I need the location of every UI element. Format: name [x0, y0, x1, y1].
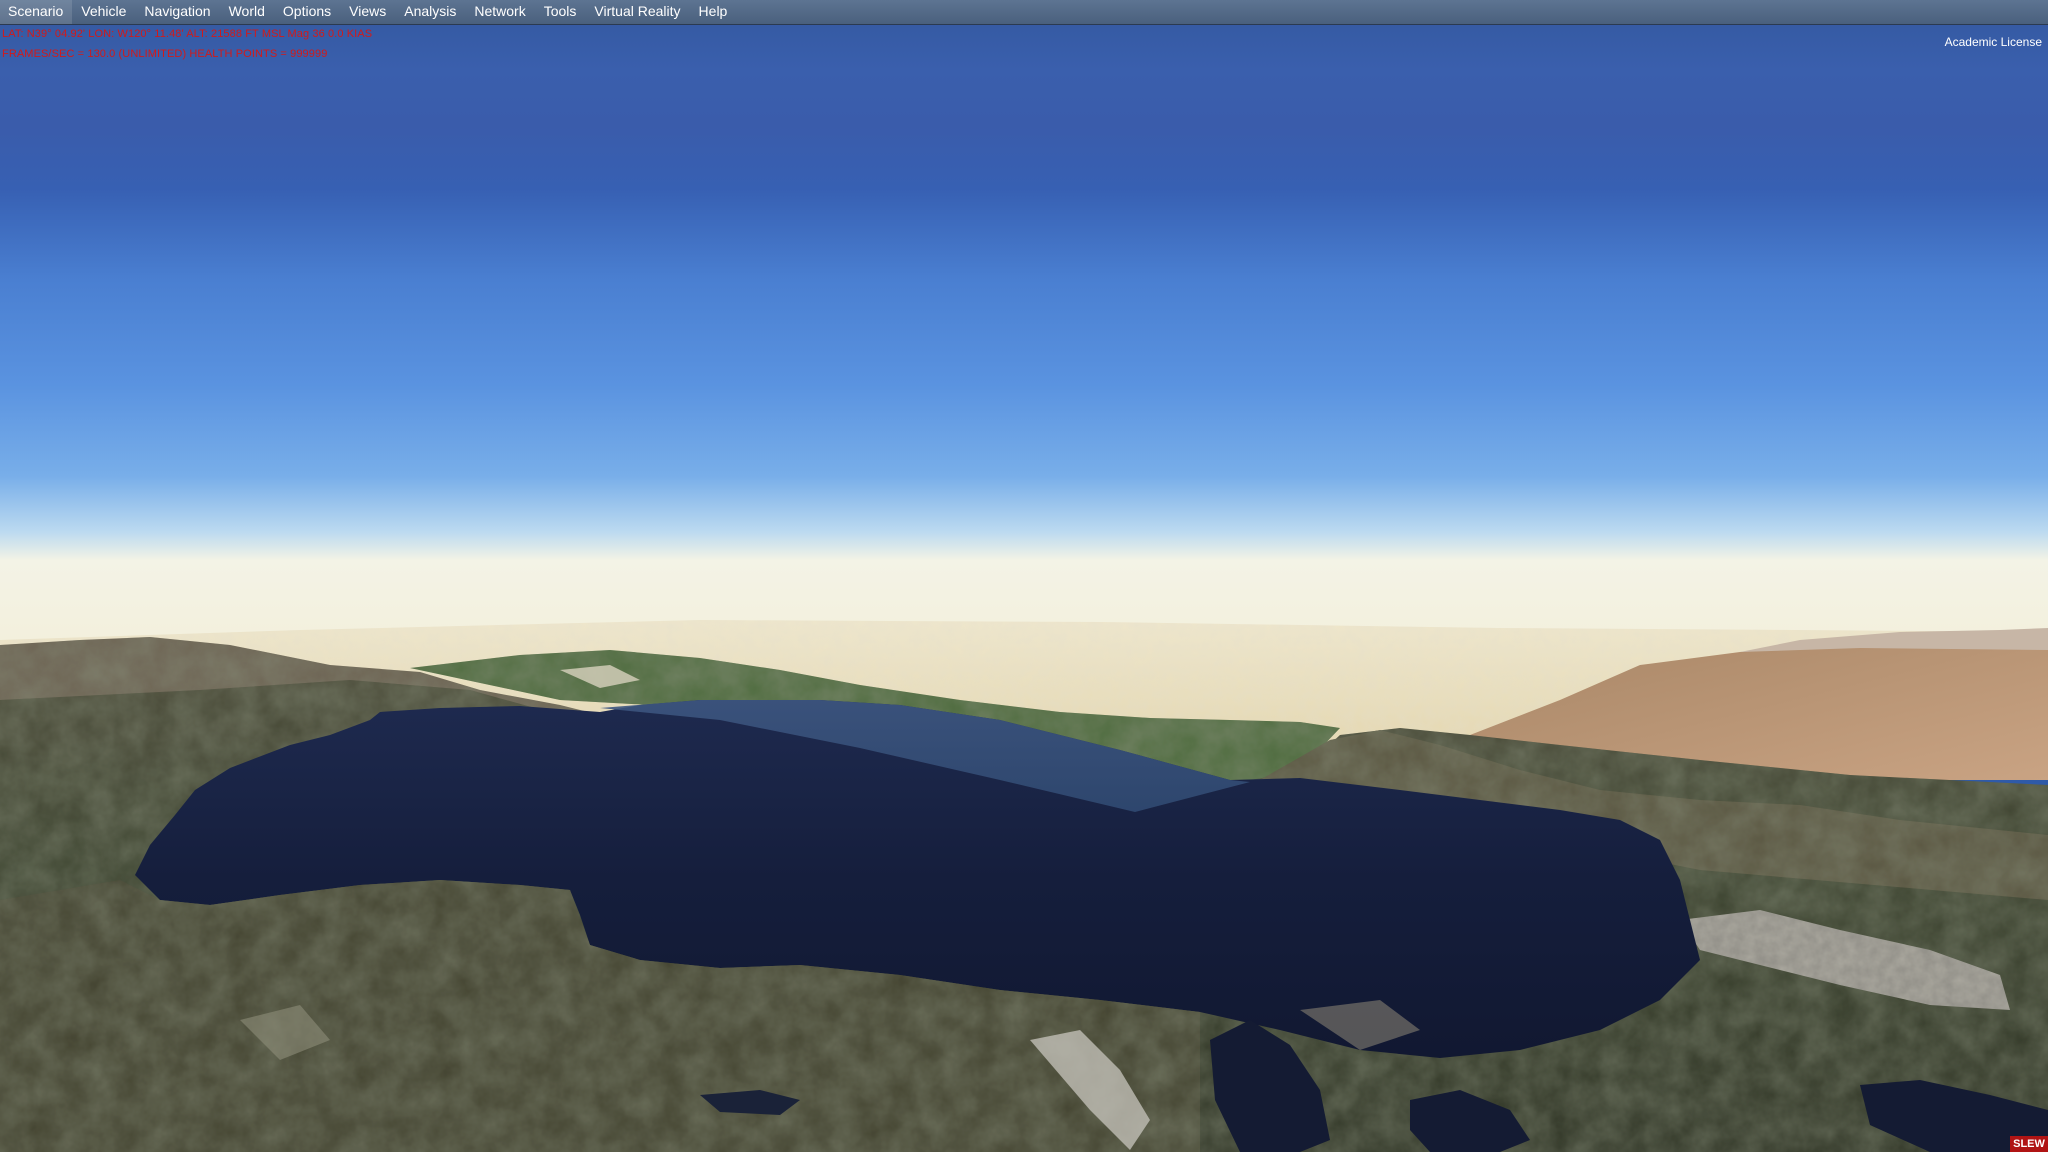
menu-network[interactable]: Network [465, 0, 534, 24]
menu-views[interactable]: Views [340, 0, 395, 24]
menu-bar: Scenario Vehicle Navigation World Option… [0, 0, 2048, 25]
scenery-render [0, 0, 2048, 1152]
simulator-window: Scenario Vehicle Navigation World Option… [0, 0, 2048, 1152]
menu-vehicle[interactable]: Vehicle [72, 0, 135, 24]
license-label: Academic License [1944, 35, 2042, 49]
menu-world[interactable]: World [220, 0, 274, 24]
menu-virtual-reality[interactable]: Virtual Reality [585, 0, 689, 24]
menu-scenario[interactable]: Scenario [0, 0, 73, 24]
menu-navigation[interactable]: Navigation [135, 0, 219, 24]
slew-mode-badge: SLEW [2010, 1136, 2048, 1152]
scenery-viewport[interactable] [0, 0, 2048, 1152]
hud-position-readout: LAT: N39° 04.92' LON: W120° 11.48' ALT: … [2, 28, 373, 40]
hud-framerate-readout: FRAMES/SEC = 130.0 (UNLIMITED) HEALTH PO… [2, 48, 328, 60]
menu-options[interactable]: Options [274, 0, 340, 24]
menu-tools[interactable]: Tools [535, 0, 586, 24]
menu-analysis[interactable]: Analysis [395, 0, 465, 24]
menu-help[interactable]: Help [690, 0, 737, 24]
